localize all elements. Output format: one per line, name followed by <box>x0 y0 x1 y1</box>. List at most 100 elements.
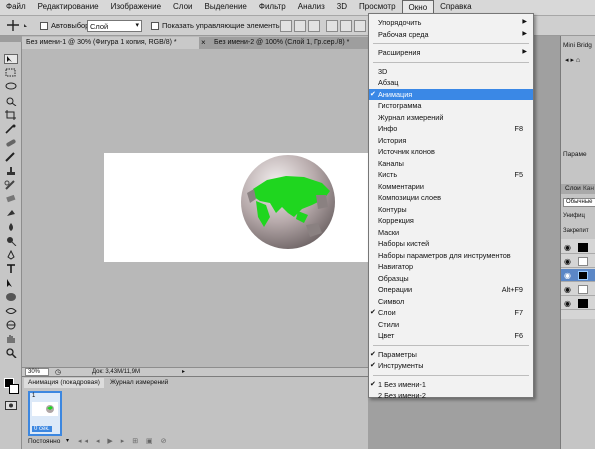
blend-mode-select[interactable]: Обычные <box>563 198 595 207</box>
window-menu-item[interactable]: 2 Без имени-2 <box>369 390 533 402</box>
status-info-icon[interactable]: ◷ <box>55 368 61 376</box>
window-menu-item[interactable]: 3D <box>369 66 533 78</box>
window-menu-item[interactable]: Источник клонов <box>369 146 533 158</box>
pen-tool-icon[interactable] <box>4 250 18 260</box>
crop-tool-icon[interactable] <box>4 110 18 120</box>
path-select-tool-icon[interactable] <box>4 278 18 288</box>
tab-measurement-log[interactable]: Журнал измерений <box>106 378 172 388</box>
animation-frame-1[interactable]: 1 0 сек. <box>28 391 62 436</box>
layer-row[interactable]: ◉ <box>561 297 595 310</box>
tab-animation[interactable]: Анимация (покадровая) <box>24 378 104 388</box>
healing-tool-icon[interactable] <box>4 138 18 148</box>
menu-filter[interactable]: Фильтр <box>253 0 292 15</box>
window-menu-item[interactable]: ✔ 1 Без имени-1 <box>369 379 533 391</box>
tools-grip[interactable] <box>0 36 22 42</box>
marquee-tool-icon[interactable] <box>4 68 18 78</box>
mini-bridge-icons[interactable]: ◂ ▸ ⌂ <box>565 56 580 64</box>
3d-rotate-tool-icon[interactable] <box>4 306 18 316</box>
window-menu-item[interactable]: Каналы <box>369 158 533 170</box>
document-canvas[interactable] <box>104 153 368 262</box>
stamp-tool-icon[interactable] <box>4 166 18 176</box>
menu-image[interactable]: Изображение <box>105 0 167 15</box>
playback-controls[interactable]: ◂◂ ◂ ▶ ▸ ⊞ ▣ ⊘ <box>78 437 169 445</box>
window-menu-item[interactable]: Композиции слоев <box>369 192 533 204</box>
window-menu-item[interactable]: Абзац <box>369 77 533 89</box>
align-left-icon[interactable] <box>326 20 338 32</box>
dodge-tool-icon[interactable] <box>4 236 18 246</box>
align-middle-icon[interactable] <box>294 20 306 32</box>
type-tool-icon[interactable] <box>4 264 18 274</box>
menu-analysis[interactable]: Анализ <box>292 0 331 15</box>
close-icon[interactable]: × <box>201 38 206 47</box>
window-menu-item[interactable]: Гистограмма <box>369 100 533 112</box>
move-tool-icon[interactable] <box>4 54 18 64</box>
frame-delay[interactable]: 0 сек. <box>32 426 52 432</box>
menu-file[interactable]: Файл <box>0 0 32 15</box>
window-menu-item[interactable]: Наборы кистей <box>369 238 533 250</box>
tab-document-2[interactable]: Без имени-2 @ 100% (Слой 1, Гр.сер./8) * <box>210 37 368 49</box>
shape-tool-icon[interactable] <box>4 292 18 302</box>
zoom-field[interactable]: 30% <box>25 368 49 376</box>
window-menu-item[interactable]: Расширения ▶ <box>369 47 533 59</box>
window-menu-item[interactable]: Рабочая среда ▶ <box>369 29 533 41</box>
align-bottom-icon[interactable] <box>308 20 320 32</box>
window-menu-item[interactable]: Журнал измерений <box>369 112 533 124</box>
eye-icon[interactable]: ◉ <box>564 257 571 266</box>
menu-select[interactable]: Выделение <box>198 0 252 15</box>
window-menu-item[interactable]: Навигатор <box>369 261 533 273</box>
layer-row[interactable]: ◉ <box>561 283 595 296</box>
window-menu-item[interactable]: Инфо F8 <box>369 123 533 135</box>
show-controls-checkbox[interactable] <box>151 22 159 30</box>
layer-row[interactable]: ◉ <box>561 241 595 254</box>
hand-tool-icon[interactable] <box>4 334 18 344</box>
menu-edit[interactable]: Редактирование <box>32 0 105 15</box>
window-menu-item[interactable]: История <box>369 135 533 147</box>
layer-row[interactable]: ◉ <box>561 255 595 268</box>
align-center-icon[interactable] <box>340 20 352 32</box>
chevron-down-icon[interactable]: ▾ <box>66 437 69 444</box>
window-menu-item[interactable]: ✔ Слои F7 <box>369 307 533 319</box>
eye-icon[interactable]: ◉ <box>564 299 571 308</box>
history-brush-tool-icon[interactable] <box>4 180 18 190</box>
gradient-tool-icon[interactable] <box>4 208 18 218</box>
quick-select-tool-icon[interactable] <box>4 96 18 106</box>
brush-tool-icon[interactable] <box>4 152 18 162</box>
menu-3d[interactable]: 3D <box>331 0 353 15</box>
eye-icon[interactable]: ◉ <box>564 243 571 252</box>
window-menu-item[interactable]: Стили <box>369 319 533 331</box>
quick-mask-icon[interactable] <box>5 401 17 410</box>
eye-icon[interactable]: ◉ <box>564 285 571 294</box>
autoselect-checkbox[interactable] <box>40 22 48 30</box>
menu-layers[interactable]: Слои <box>167 0 198 15</box>
3d-orbit-tool-icon[interactable] <box>4 320 18 330</box>
window-menu-item[interactable]: ✔ Анимация <box>369 88 533 100</box>
background-color-swatch[interactable] <box>9 384 19 394</box>
blur-tool-icon[interactable] <box>4 222 18 232</box>
eraser-tool-icon[interactable] <box>4 194 18 204</box>
align-top-icon[interactable] <box>280 20 292 32</box>
tab-layers[interactable]: Слои <box>565 185 581 192</box>
window-menu-item[interactable]: Операции Alt+F9 <box>369 284 533 296</box>
status-menu-icon[interactable]: ▸ <box>182 368 185 375</box>
zoom-tool-icon[interactable] <box>4 348 18 358</box>
move-tool-preset-icon[interactable] <box>6 19 28 34</box>
loop-select[interactable]: Постоянно <box>28 438 60 445</box>
eyedropper-tool-icon[interactable] <box>4 124 18 134</box>
window-menu-item[interactable]: ✔ Параметры <box>369 349 533 361</box>
window-menu-item[interactable]: Маски <box>369 227 533 239</box>
align-right-icon[interactable] <box>354 20 366 32</box>
window-menu-item[interactable]: Контуры <box>369 204 533 216</box>
eye-icon[interactable]: ◉ <box>564 271 571 280</box>
lasso-tool-icon[interactable] <box>4 82 18 92</box>
window-menu-item[interactable]: Образцы <box>369 273 533 285</box>
window-menu-item[interactable]: Упорядочить ▶ <box>369 17 533 29</box>
window-menu-item[interactable]: Наборы параметров для инструментов <box>369 250 533 262</box>
window-menu-item[interactable]: Цвет F6 <box>369 330 533 342</box>
autoselect-select[interactable]: Слой ▾ <box>87 20 142 32</box>
tab-document-1[interactable]: Без имени-1 @ 30% (Фигура 1 копия, RGB/8… <box>22 37 199 49</box>
layer-row[interactable]: ◉ <box>561 269 595 282</box>
tab-channels[interactable]: Кан <box>583 185 594 192</box>
window-menu-item[interactable]: Символ <box>369 296 533 308</box>
window-menu-item[interactable]: ✔ Инструменты <box>369 360 533 372</box>
window-menu-item[interactable]: Коррекция <box>369 215 533 227</box>
